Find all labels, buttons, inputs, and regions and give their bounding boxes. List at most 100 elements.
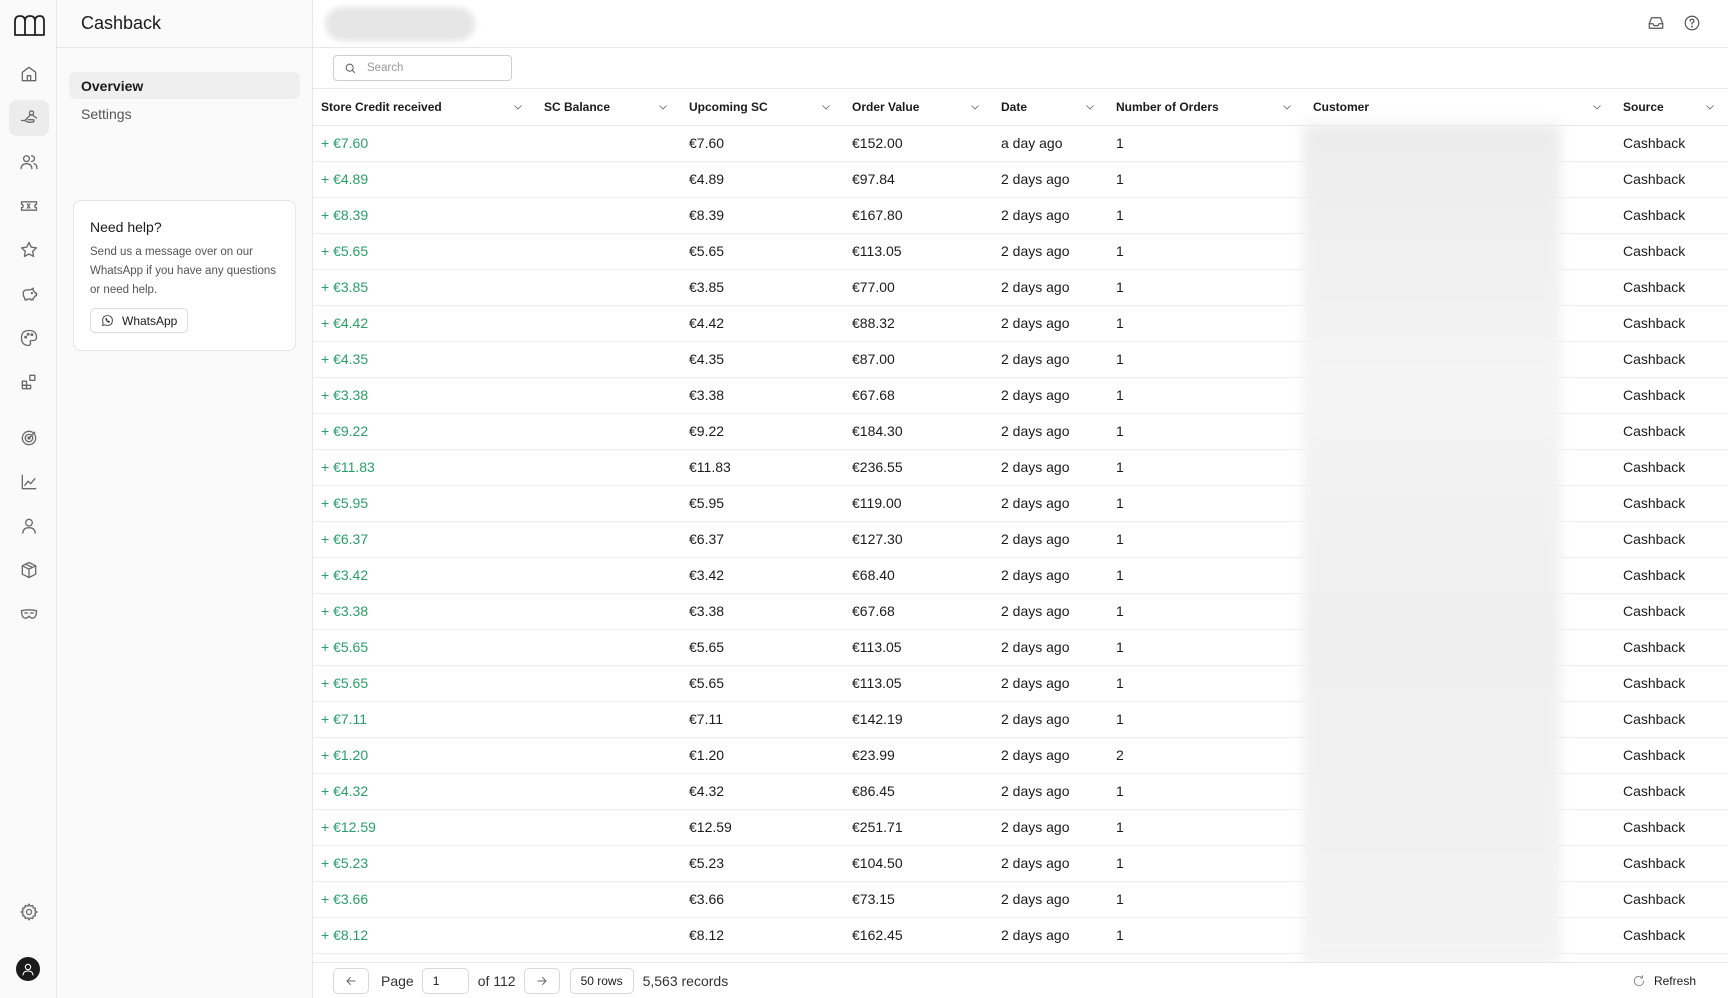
table-cell: [536, 557, 681, 594]
table-cell: €3.42: [681, 557, 844, 594]
prev-page-button[interactable]: [333, 967, 369, 994]
column-header[interactable]: Store Credit received: [313, 89, 536, 126]
table-cell: 1: [1108, 845, 1305, 882]
table-cell: + €12.59: [313, 809, 536, 846]
column-header[interactable]: Customer: [1305, 89, 1615, 126]
table-cell: 1: [1108, 161, 1305, 198]
chevron-down-icon[interactable]: [1704, 101, 1716, 113]
table-cell: Cashback: [1615, 521, 1728, 558]
nav-tickets[interactable]: [9, 188, 49, 224]
table-cell: €5.65: [681, 629, 844, 666]
table-cell: €113.05: [844, 629, 993, 666]
next-page-button[interactable]: [523, 967, 560, 994]
search-box[interactable]: [333, 55, 512, 81]
piggy-bank-icon: [22, 287, 38, 301]
nav-customers[interactable]: [9, 144, 49, 180]
chevron-down-icon[interactable]: [657, 101, 669, 113]
avatar[interactable]: [16, 957, 40, 981]
table-cell: 1: [1108, 197, 1305, 234]
table-cell: + €11.83: [313, 449, 536, 486]
table-cell: 1: [1108, 485, 1305, 522]
table-cell: + €5.23: [313, 845, 536, 882]
table-cell: + €5.65: [313, 665, 536, 702]
sidebar-header: Cashback: [57, 0, 312, 48]
table-cell: [536, 665, 681, 702]
column-header-label: Customer: [1313, 99, 1370, 114]
logo-icon[interactable]: [12, 13, 46, 39]
table-cell: 1: [1108, 125, 1305, 162]
table-cell: [536, 197, 681, 234]
column-header[interactable]: Order Value: [844, 89, 993, 126]
table-cell: €23.99: [844, 737, 993, 774]
nav-cashback[interactable]: [9, 100, 49, 136]
inbox-button[interactable]: [1647, 14, 1667, 34]
column-header[interactable]: Date: [993, 89, 1108, 126]
chevron-down-icon[interactable]: [1591, 101, 1603, 113]
users-icon: [20, 155, 38, 170]
nav-analytics[interactable]: [9, 464, 49, 500]
table-cell: + €4.32: [313, 773, 536, 810]
chevron-down-icon[interactable]: [1281, 101, 1293, 113]
column-header-label: Number of Orders: [1116, 99, 1219, 114]
table-cell: 2 days ago: [993, 305, 1108, 342]
table-cell: €97.84: [844, 161, 993, 198]
table-cell: + €4.89: [313, 161, 536, 198]
nav-settings[interactable]: [9, 894, 49, 930]
table-cell: €1.20: [681, 737, 844, 774]
home-icon: [21, 66, 37, 82]
table-cell: Cashback: [1615, 593, 1728, 630]
nav-products[interactable]: [9, 552, 49, 588]
table-cell: €104.50: [844, 845, 993, 882]
table-cell: €3.38: [681, 377, 844, 414]
whatsapp-button[interactable]: WhatsApp: [90, 308, 189, 333]
table-cell: 2 days ago: [993, 161, 1108, 198]
help-text: Send us a message over on our WhatsApp i…: [90, 246, 277, 296]
search-input[interactable]: [367, 62, 497, 74]
sidebar-item-settings[interactable]: Settings: [69, 100, 300, 127]
column-header[interactable]: Source: [1615, 89, 1728, 126]
nav-reviews[interactable]: [9, 232, 49, 268]
chevron-down-icon[interactable]: [1084, 101, 1096, 113]
sidebar-item-overview[interactable]: Overview: [69, 72, 300, 99]
nav-widgets[interactable]: [9, 364, 49, 400]
nav-home[interactable]: [9, 56, 49, 92]
chevron-down-icon[interactable]: [512, 101, 524, 113]
help-button[interactable]: [1683, 14, 1703, 34]
table-cell: 1: [1108, 701, 1305, 738]
nav-account[interactable]: [9, 508, 49, 544]
table-cell: Cashback: [1615, 557, 1728, 594]
help-card: Need help? Send us a message over on our…: [73, 200, 296, 351]
table-cell: 1: [1108, 269, 1305, 306]
rows-per-page-select[interactable]: 50 rows: [569, 967, 634, 994]
table-cell: + €6.37: [313, 521, 536, 558]
store-selector[interactable]: [325, 7, 475, 41]
nav-savings[interactable]: [9, 276, 49, 312]
page-input[interactable]: 1: [421, 967, 469, 994]
refresh-button[interactable]: Refresh: [1632, 974, 1696, 988]
nav-campaigns[interactable]: [9, 420, 49, 456]
refresh-icon: [1633, 974, 1645, 986]
table-cell: 2 days ago: [993, 341, 1108, 378]
column-header[interactable]: Upcoming SC: [681, 89, 844, 126]
chevron-down-icon[interactable]: [969, 101, 981, 113]
table-cell: €86.45: [844, 773, 993, 810]
table-cell: €77.00: [844, 269, 993, 306]
nav-design[interactable]: [9, 320, 49, 356]
table-cell: 2 days ago: [993, 665, 1108, 702]
table-cell: 2 days ago: [993, 593, 1108, 630]
table-cell: + €3.38: [313, 377, 536, 414]
table-cell: €11.83: [681, 449, 844, 486]
table-cell: €119.00: [844, 485, 993, 522]
chevron-down-icon[interactable]: [820, 101, 832, 113]
column-header[interactable]: SC Balance: [536, 89, 681, 126]
nav-integrations[interactable]: [9, 596, 49, 632]
column-header-label: Date: [1001, 99, 1028, 114]
table-cell: 2 days ago: [993, 845, 1108, 882]
table-cell: €87.00: [844, 341, 993, 378]
table-cell: [536, 521, 681, 558]
table-cell: €7.11: [681, 701, 844, 738]
palette-icon: [20, 329, 38, 347]
table-cell: a day ago: [993, 125, 1108, 162]
column-header[interactable]: Number of Orders: [1108, 89, 1305, 126]
table-cell: Cashback: [1615, 773, 1728, 810]
